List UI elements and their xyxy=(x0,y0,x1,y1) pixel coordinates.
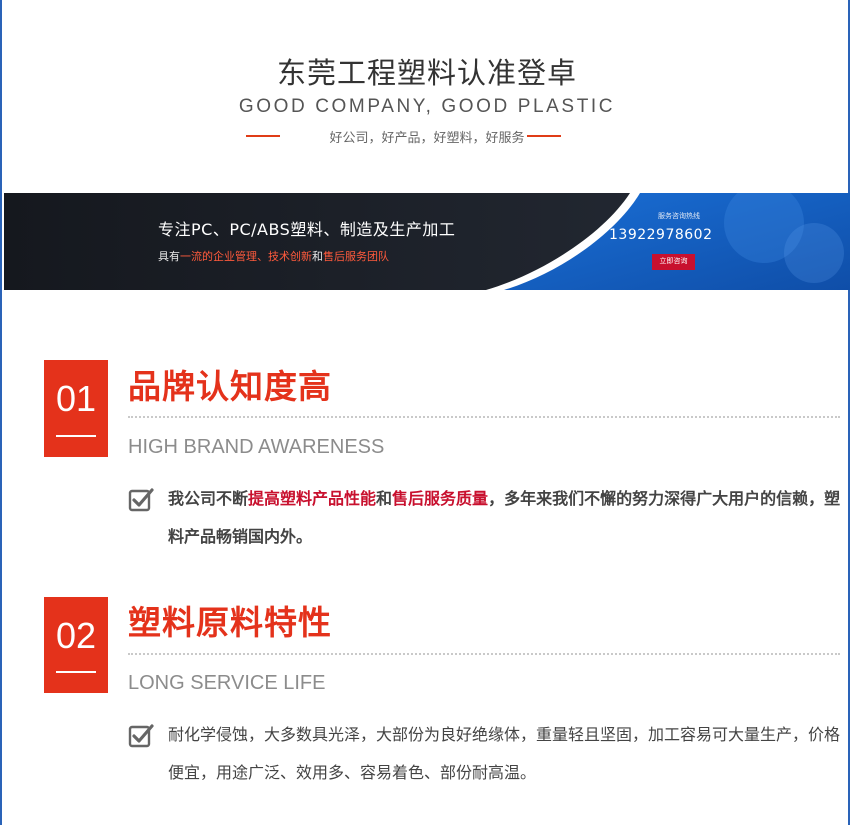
dotted-divider xyxy=(128,416,840,418)
consult-now-button[interactable]: 立即咨询 xyxy=(652,254,695,270)
banner-background xyxy=(4,193,850,290)
section-number: 02 xyxy=(55,615,97,656)
section-number: 01 xyxy=(55,378,97,419)
section-number-badge: 02 xyxy=(44,597,108,693)
section-description: 耐化学侵蚀，大多数具光泽，大部份为良好绝缘体，重量轻且坚固，加工容易可大量生产，… xyxy=(168,725,841,782)
tagline: 好公司，好产品，好塑料，好服务 xyxy=(329,131,525,146)
checkbox-checked-icon xyxy=(128,488,154,512)
desc-highlight-2: 售后服务质量 xyxy=(392,489,489,508)
hotline-number: 13922978602 xyxy=(609,227,713,243)
hero-banner xyxy=(4,193,850,290)
section-number-badge: 01 xyxy=(44,360,108,457)
badge-underline xyxy=(56,671,96,673)
dotted-divider xyxy=(128,653,840,655)
banner-subline-prefix: 具有 xyxy=(158,250,180,263)
section-description: 我公司不断提高塑料产品性能和售后服务质量，多年来我们不懈的努力深得广大用户的信赖… xyxy=(168,480,848,556)
section-title: 品牌认知度高 xyxy=(128,367,332,406)
badge-underline xyxy=(56,435,96,437)
desc-highlight-1: 提高塑料产品性能 xyxy=(248,489,377,508)
banner-subline-highlight-1: 一流的企业管理、技术创新 xyxy=(180,250,312,263)
banner-subline-mid: 和 xyxy=(312,250,323,263)
banner-subline-highlight-2: 售后服务团队 xyxy=(323,250,389,263)
page-title: 东莞工程塑料认准登卓 xyxy=(276,56,577,90)
hotline-label: 服务咨询热线 xyxy=(658,212,700,220)
banner-headline: 专注PC、PC/ABS塑料、制造及生产加工 xyxy=(158,220,456,239)
desc-prefix: 我公司不断 xyxy=(168,489,249,508)
page-frame: 东莞工程塑料认准登卓 GOOD COMPANY, GOOD PLASTIC 好公… xyxy=(0,0,850,825)
desc-mid: 和 xyxy=(376,489,393,508)
banner-subline: 具有一流的企业管理、技术创新和售后服务团队 xyxy=(158,248,389,264)
section-subtitle-en: LONG SERVICE LIFE xyxy=(128,672,326,694)
section-title: 塑料原料特性 xyxy=(128,603,332,642)
page-subtitle: GOOD COMPANY, GOOD PLASTIC xyxy=(238,96,616,117)
tagline-right-divider xyxy=(527,135,561,137)
section-subtitle-en: HIGH BRAND AWARENESS xyxy=(128,436,385,458)
checkbox-checked-icon xyxy=(128,724,154,748)
